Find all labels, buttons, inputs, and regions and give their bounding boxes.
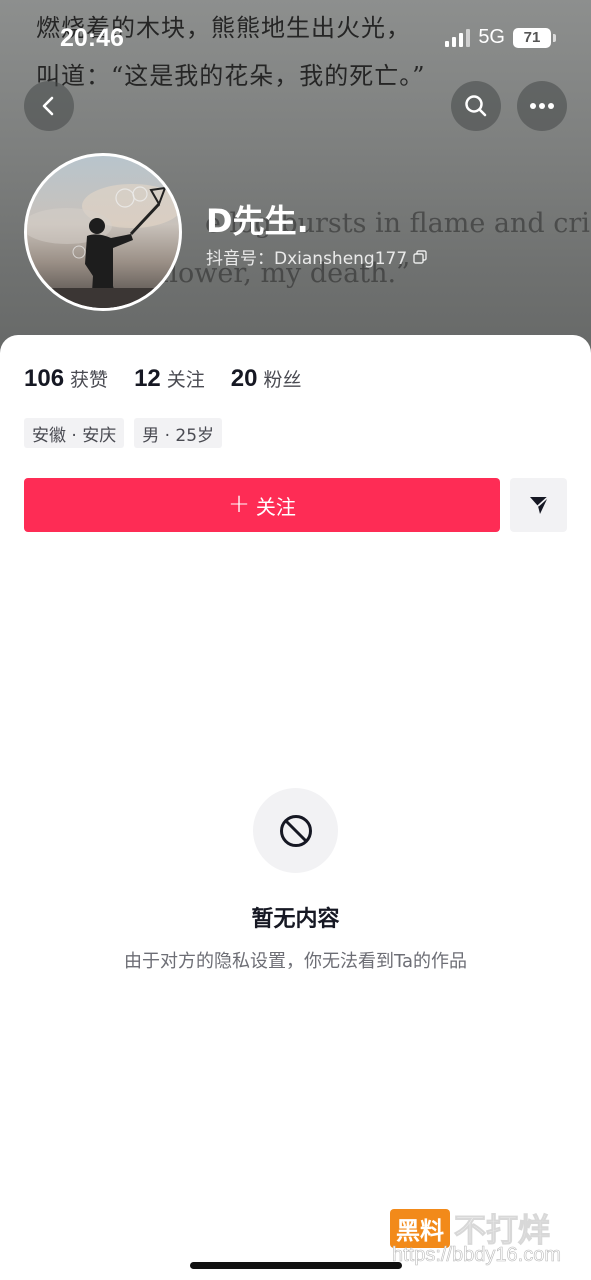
battery-level: 71 xyxy=(523,29,541,46)
plus-icon: + xyxy=(228,488,250,519)
follow-button[interactable]: + 关注 xyxy=(24,478,500,532)
more-button[interactable] xyxy=(517,81,567,131)
battery-icon: 71 xyxy=(513,27,556,48)
follow-label: 关注 xyxy=(255,494,296,519)
block-icon xyxy=(279,814,312,847)
send-icon xyxy=(529,496,549,514)
status-time: 20:46 xyxy=(60,24,124,52)
watermark-url: https://bbdy16.com xyxy=(392,1244,562,1267)
empty-state-title: 暂无内容 xyxy=(251,907,340,932)
douyin-id[interactable]: 抖音号：Dxiansheng177 xyxy=(206,244,427,269)
gender-age-tag: 男 · 25岁 xyxy=(134,418,223,448)
copy-icon[interactable] xyxy=(413,249,427,264)
avatar-image xyxy=(27,184,179,308)
signal-icon xyxy=(445,28,471,47)
search-button[interactable] xyxy=(451,81,501,131)
douyin-id-text: 抖音号：Dxiansheng177 xyxy=(206,249,408,269)
cover-quote-line-2: 叫道：“这是我的花朵，我的死亡。” xyxy=(36,62,426,90)
profile-card: 106 获赞 12 关注 20 粉丝 安徽 · 安庆 男 · 25岁 + 关注 … xyxy=(0,335,591,1280)
profile-cover: 燃烧着的木块，熊熊地生出火光， 叫道：“这是我的花朵，我的死亡。” e log … xyxy=(0,0,591,360)
more-horizontal-icon xyxy=(530,103,554,109)
stat-label: 关注 xyxy=(166,369,205,391)
stat-label: 粉丝 xyxy=(263,369,302,391)
home-indicator[interactable] xyxy=(190,1262,402,1269)
status-indicators: 5G 71 xyxy=(445,26,556,49)
empty-state-description: 由于对方的隐私设置，你无法看到Ta的作品 xyxy=(123,951,468,972)
avatar[interactable] xyxy=(24,153,182,311)
nickname: D先生. xyxy=(206,202,309,240)
stat-value: 12 xyxy=(134,365,161,392)
network-type: 5G xyxy=(478,26,505,48)
search-icon xyxy=(465,95,487,117)
stat-label: 获赞 xyxy=(70,369,109,391)
send-message-button[interactable] xyxy=(510,478,567,532)
stat-value: 20 xyxy=(230,365,258,392)
empty-state-icon-wrap xyxy=(253,788,338,873)
stat-likes[interactable]: 106 获赞 xyxy=(24,365,108,393)
back-button[interactable] xyxy=(24,81,74,131)
profile-stats: 106 获赞 12 关注 20 粉丝 xyxy=(24,365,302,393)
chevron-left-icon xyxy=(42,96,54,116)
stat-followers[interactable]: 20 粉丝 xyxy=(231,365,302,393)
location-tag: 安徽 · 安庆 xyxy=(24,418,125,448)
profile-tags: 安徽 · 安庆 男 · 25岁 xyxy=(24,418,223,448)
stat-value: 106 xyxy=(24,365,65,392)
watermark-badge: 黑料 xyxy=(390,1208,450,1248)
stat-following[interactable]: 12 关注 xyxy=(134,365,205,393)
